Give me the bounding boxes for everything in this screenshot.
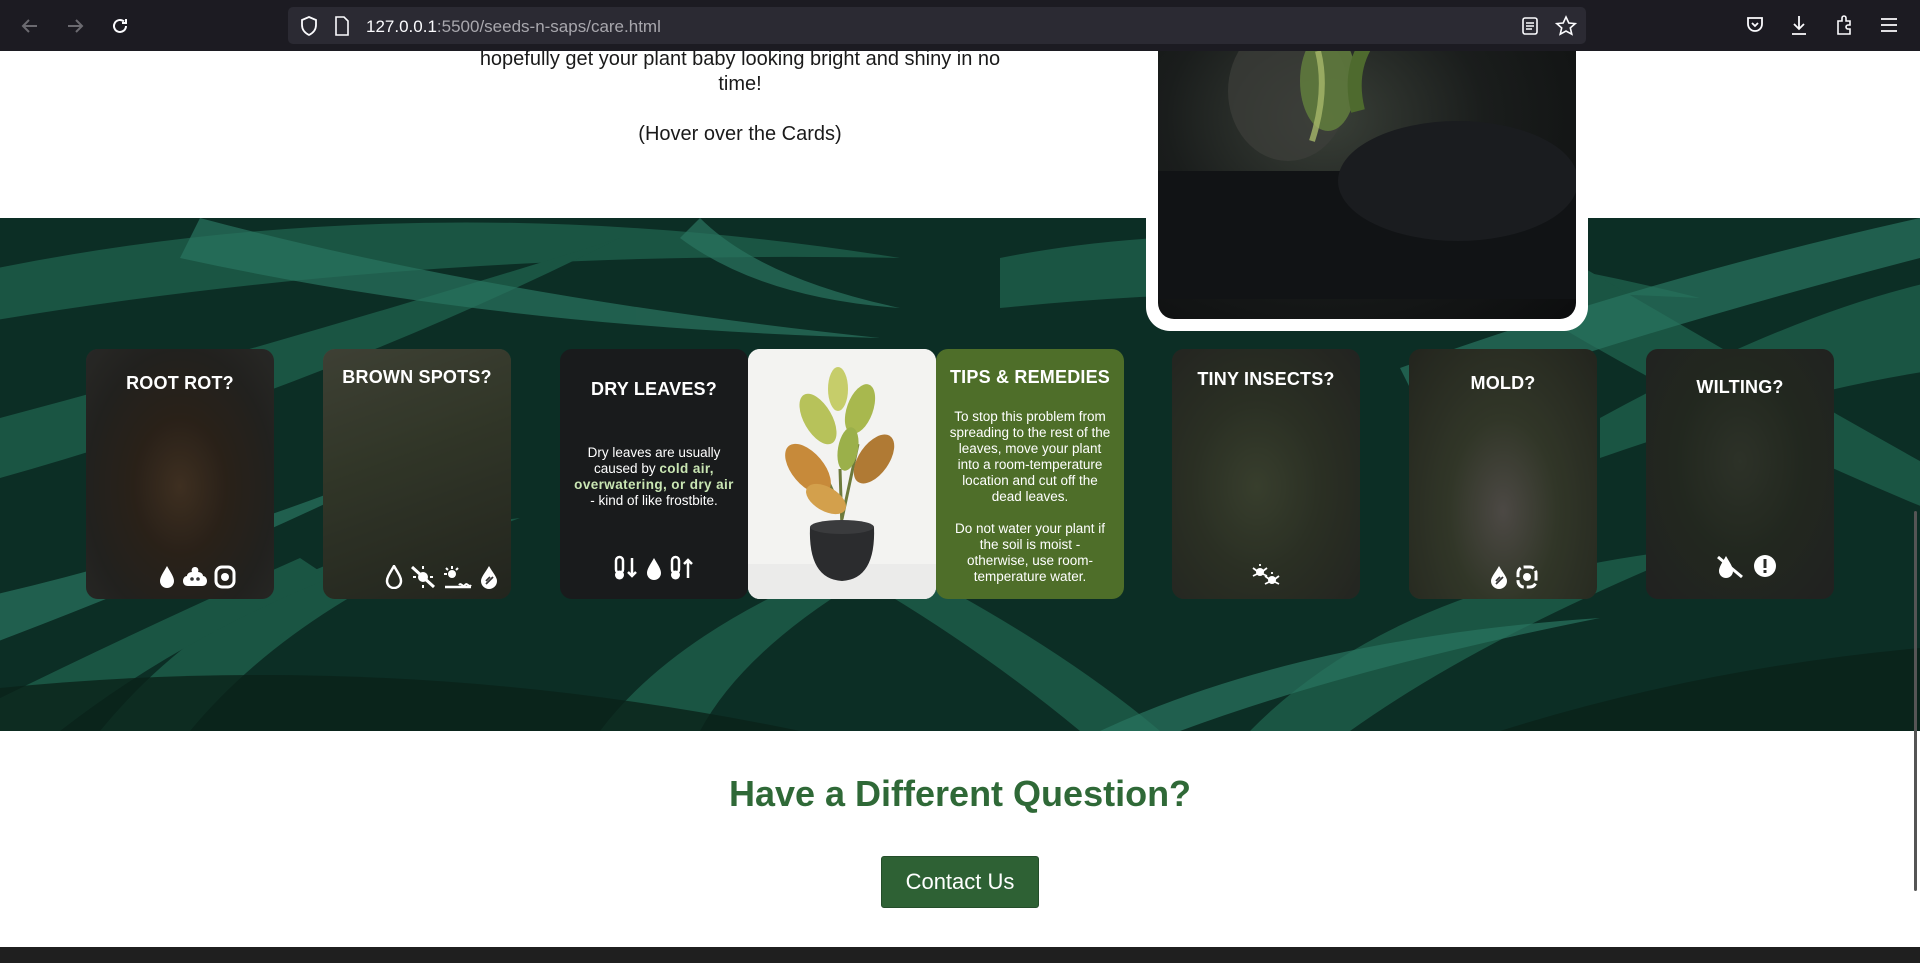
fungus-icon [1516,565,1538,589]
back-button[interactable] [18,14,42,38]
tips-remedies-card: TIPS & REMEDIES To stop this problem fro… [936,349,1124,599]
card-description: Dry leaves are usually caused by cold ai… [572,445,736,509]
temperature-down-icon [614,555,637,580]
browser-toolbar: 127.0.0.1:5500/seeds-n-saps/care.html [0,0,1920,51]
card-mold[interactable]: MOLD? [1409,349,1597,599]
hero-photo-frame [1146,51,1588,331]
tips-description: To stop this problem from spreading to t… [948,409,1112,585]
url-path: :5500/seeds-n-saps/care.html [436,17,661,36]
shield-icon[interactable] [300,16,318,36]
extensions-icon[interactable] [1834,14,1854,36]
card-icons [1409,559,1597,589]
card-root-rot[interactable]: ROOT ROT? [86,349,274,599]
bugs-icon [1252,564,1280,585]
card-title: BROWN SPOTS? [342,367,492,387]
download-icon[interactable] [1789,14,1809,36]
card-dry-leaves[interactable]: DRY LEAVES? Dry leaves are usually cause… [560,349,748,599]
water-drop-icon [160,566,174,588]
hero-photo [1158,51,1576,319]
dry-plant-image [748,349,936,599]
intro-text: hopefully get your plant baby looking br… [470,51,1010,147]
tips-title: TIPS & REMEDIES [949,367,1111,387]
menu-hamburger-icon[interactable] [1879,16,1899,34]
page-icon[interactable] [334,16,350,36]
reader-view-icon[interactable] [1521,16,1539,36]
pocket-icon[interactable] [1745,15,1765,35]
no-sun-icon [1717,555,1743,579]
water-drop-icon [647,558,661,580]
bookmark-star-icon[interactable] [1555,15,1577,37]
temperature-up-icon [670,555,693,580]
card-icons [1172,559,1360,589]
question-heading: Have a Different Question? [728,773,1192,814]
card-wilting[interactable]: WILTING? [1646,349,1834,599]
water-temperature-icon [481,566,497,589]
poop-icon [183,567,207,586]
page-scrollbar[interactable] [1914,511,1917,891]
water-drop-icon [385,565,403,589]
reload-icon [113,18,127,33]
card-title: MOLD? [1470,373,1536,393]
card-brown-spots[interactable]: BROWN SPOTS? [323,349,511,599]
hero-photo-art [1158,51,1576,299]
card-icons [560,551,748,581]
page-content: hopefully get your plant baby looking br… [0,51,1920,963]
sun-heat-icon [444,566,472,589]
url-host: 127.0.0.1 [366,17,437,36]
desc-text-end: - kind of like frostbite. [590,493,718,508]
address-bar[interactable]: 127.0.0.1:5500/seeds-n-saps/care.html [288,7,1586,44]
card-tiny-insects[interactable]: TINY INSECTS? [1172,349,1360,599]
card-title: WILTING? [1696,377,1784,397]
tips-paragraph: Do not water your plant if the soil is m… [954,521,1106,584]
card-icons [86,559,274,589]
fungus-icon [214,565,236,589]
forward-button[interactable] [63,14,87,38]
intro-line: hopefully get your plant baby looking br… [479,51,1001,95]
tips-paragraph: To stop this problem from spreading to t… [949,409,1111,504]
card-title: DRY LEAVES? [591,379,717,399]
card-icons [323,559,511,589]
no-sun-icon [410,565,436,589]
card-title: ROOT ROT? [126,373,234,393]
forward-arrow-icon [68,19,84,33]
plant-image-card [748,349,936,599]
back-arrow-icon [21,19,37,33]
url-text[interactable]: 127.0.0.1:5500/seeds-n-saps/care.html [366,17,661,37]
hover-hint: (Hover over the Cards) [638,123,842,145]
card-title: TINY INSECTS? [1197,369,1335,389]
water-temperature-icon [1491,566,1507,589]
contact-us-button[interactable]: Contact Us [881,856,1039,908]
warning-icon [1754,555,1776,577]
card-icons [1646,549,1834,579]
reload-button[interactable] [108,14,132,38]
footer-bar [0,947,1920,963]
